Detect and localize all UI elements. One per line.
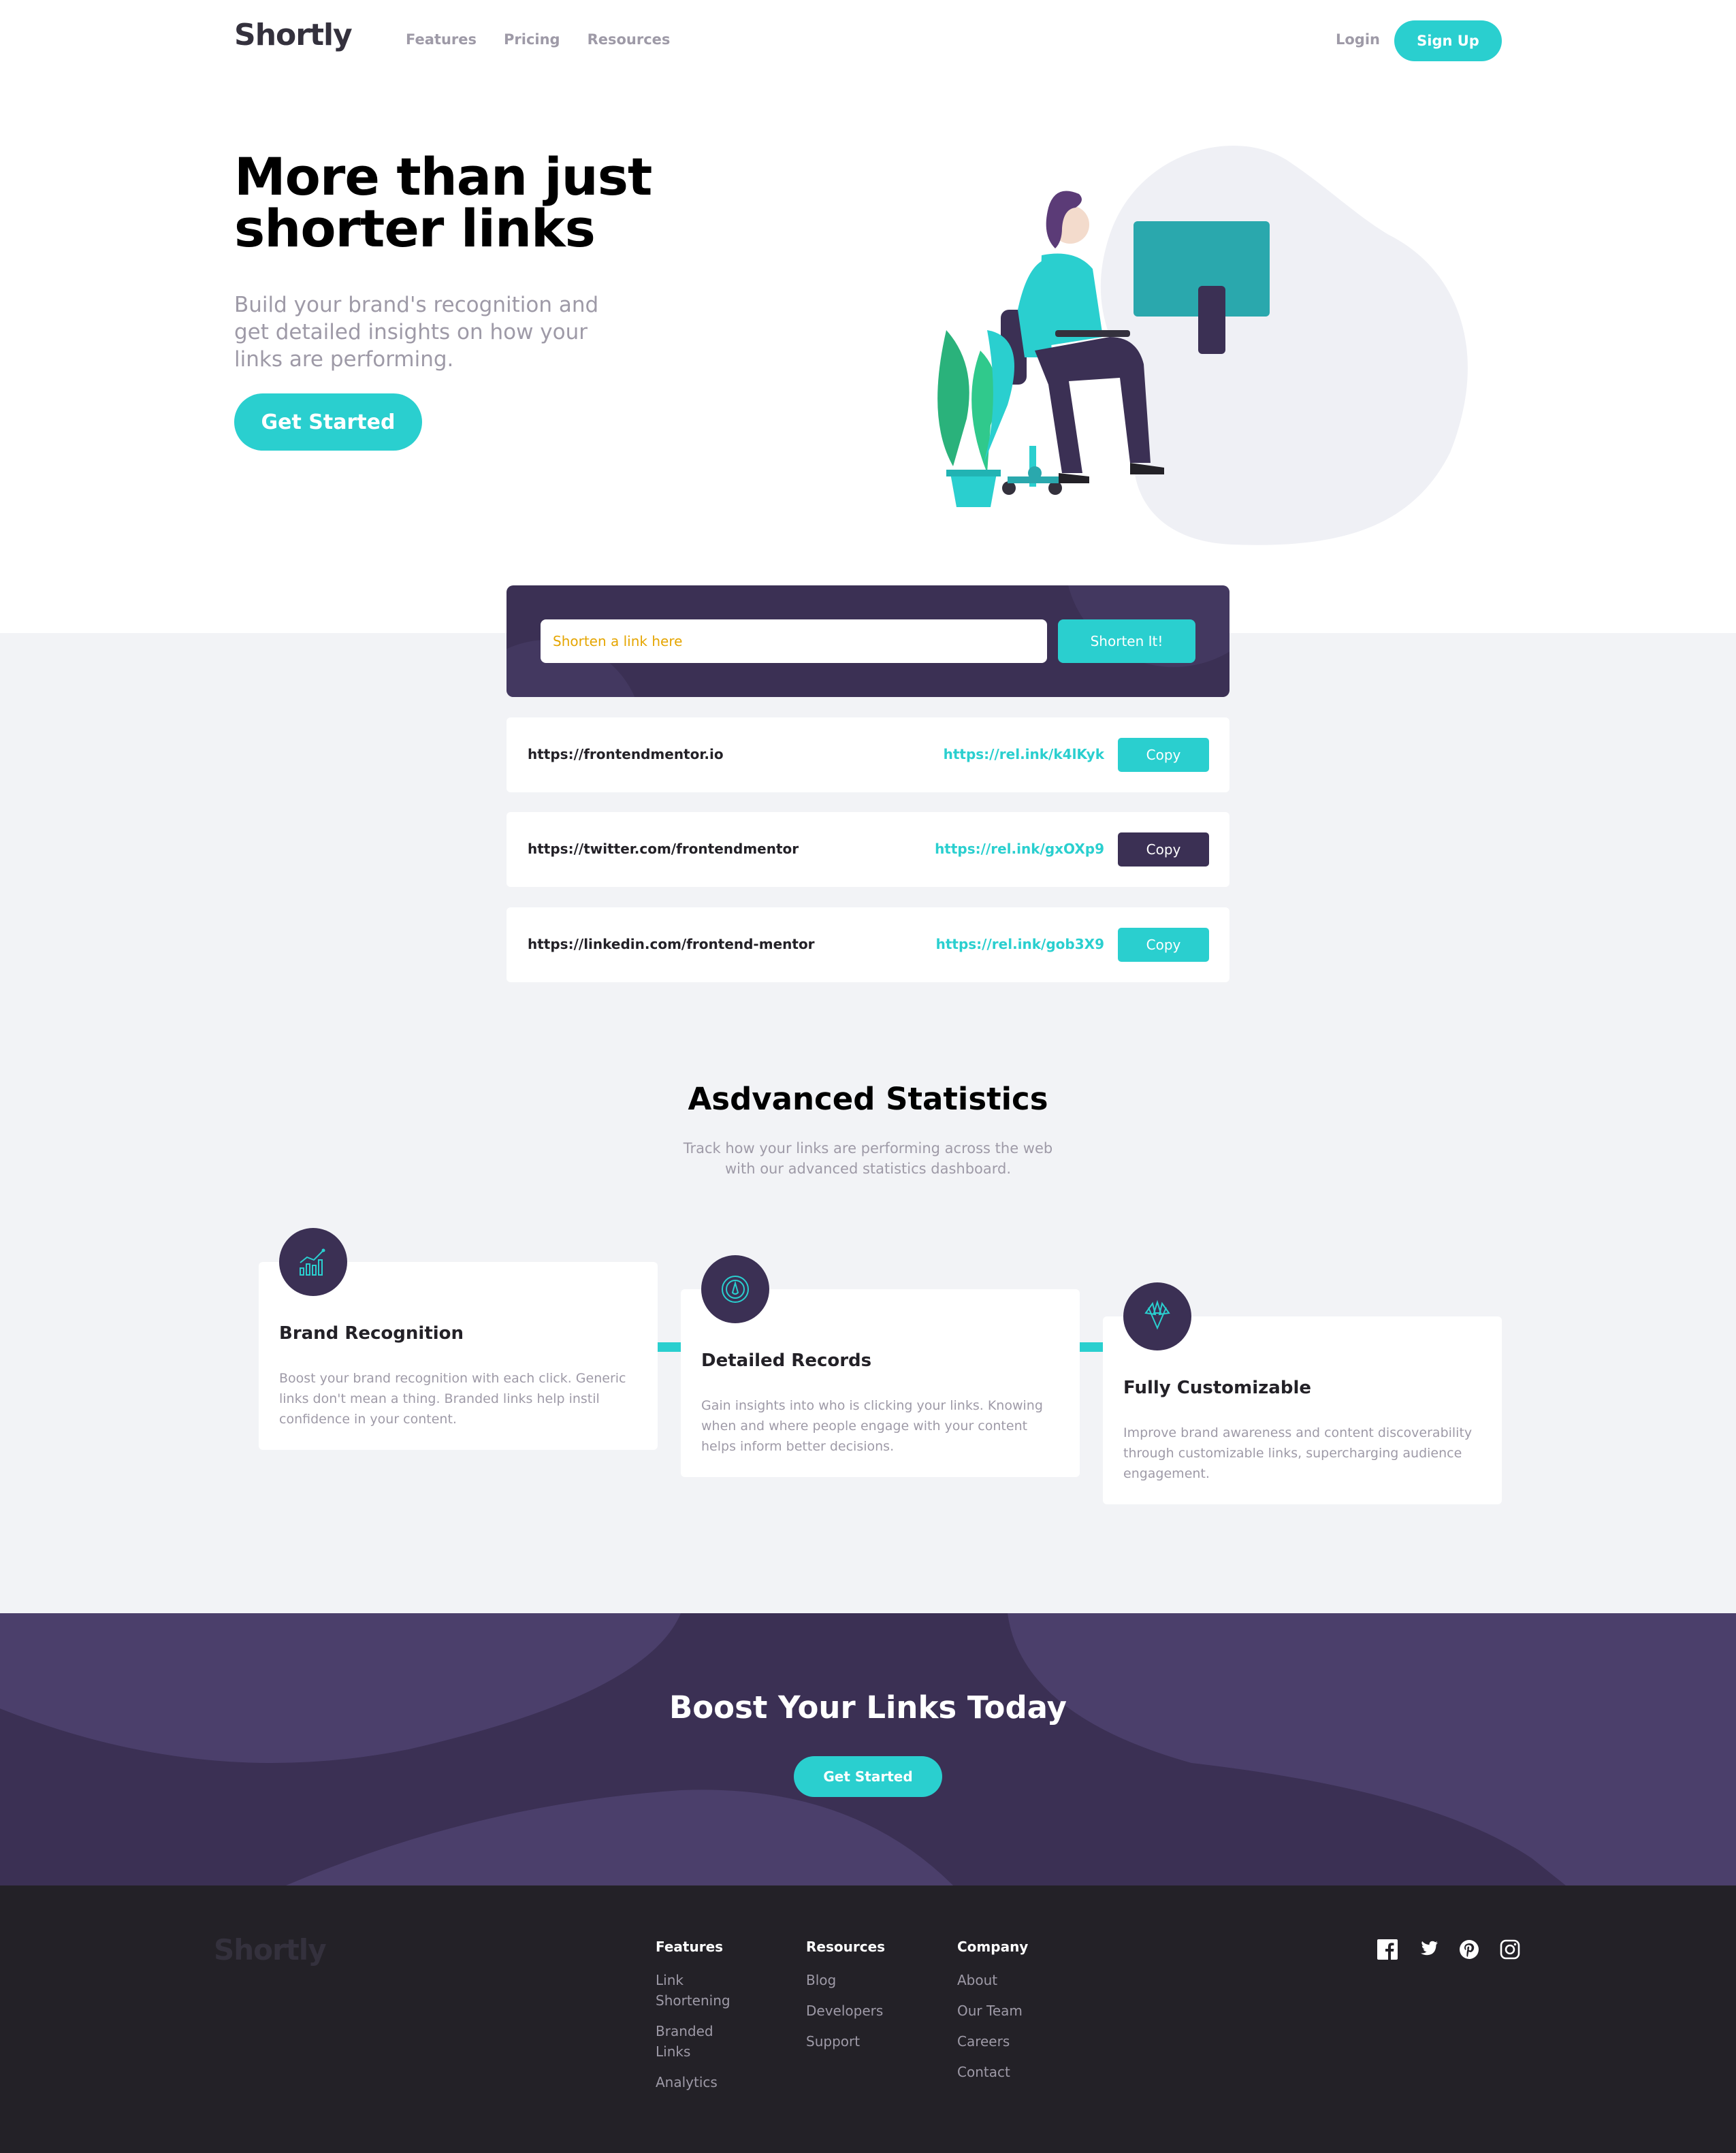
hero-subtitle: Build your brand's recognition and get d… bbox=[234, 293, 599, 372]
signup-button[interactable]: Sign Up bbox=[1394, 20, 1502, 61]
boost-bg-shapes bbox=[0, 1613, 1736, 1885]
result-row: https://frontendmentor.io https://rel.in… bbox=[507, 717, 1229, 792]
footer-logo[interactable]: Shortly bbox=[214, 1933, 327, 1966]
footer-link[interactable]: Our Team bbox=[957, 2001, 1052, 2021]
nav-resources[interactable]: Resources bbox=[588, 31, 671, 48]
footer-link[interactable]: Blog bbox=[806, 1970, 901, 1990]
hero-title: More than just shorter links bbox=[234, 146, 652, 259]
nav-features[interactable]: Features bbox=[406, 31, 477, 48]
card-text: Gain insights into who is clicking your … bbox=[701, 1398, 1043, 1454]
footer-link[interactable]: Support bbox=[806, 2031, 901, 2052]
boost-section: Boost Your Links Today Get Started bbox=[0, 1613, 1736, 1885]
original-link: https://twitter.com/frontendmentor bbox=[528, 841, 799, 857]
result-row: https://twitter.com/frontendmentor https… bbox=[507, 812, 1229, 887]
footer-column-features: Features Link Shortening Branded Links A… bbox=[656, 1939, 751, 2103]
copy-button[interactable]: Copy bbox=[1118, 832, 1209, 867]
shorten-button[interactable]: Shorten It! bbox=[1058, 619, 1195, 663]
fully-customizable-icon bbox=[1123, 1282, 1191, 1350]
short-link[interactable]: https://rel.ink/gxOXp9 bbox=[935, 841, 1104, 857]
stats-subtitle: Track how your links are performing acro… bbox=[683, 1140, 1053, 1177]
login-link[interactable]: Login bbox=[1336, 31, 1380, 48]
instagram-icon[interactable] bbox=[1499, 1939, 1521, 1960]
facebook-icon[interactable] bbox=[1377, 1939, 1398, 1960]
footer-column-title: Features bbox=[656, 1939, 724, 1955]
shorten-form: Shorten a link here Shorten It! bbox=[507, 585, 1229, 697]
pinterest-icon[interactable] bbox=[1458, 1939, 1480, 1960]
footer-link[interactable]: Analytics bbox=[656, 2072, 751, 2092]
footer-column-resources: Resources Blog Developers Support bbox=[806, 1939, 901, 2062]
nav-pricing[interactable]: Pricing bbox=[504, 31, 560, 48]
site-header: Shortly Features Pricing Resources Login… bbox=[0, 0, 1736, 82]
footer-column-title: Company bbox=[957, 1939, 1029, 1955]
hero-get-started-button[interactable]: Get Started bbox=[234, 393, 422, 451]
boost-get-started-button[interactable]: Get Started bbox=[794, 1756, 942, 1797]
site-footer: Shortly Features Link Shortening Branded… bbox=[0, 1885, 1736, 2153]
feature-card-fully-customizable: Fully Customizable Improve brand awarene… bbox=[1103, 1282, 1502, 1504]
card-title: Brand Recognition bbox=[279, 1323, 464, 1344]
working-illustration bbox=[937, 145, 1468, 545]
main-nav: Features Pricing Resources bbox=[406, 31, 670, 48]
footer-link[interactable]: Careers bbox=[957, 2031, 1052, 2052]
feature-card-brand-recognition: Brand Recognition Boost your brand recog… bbox=[259, 1228, 658, 1450]
short-link[interactable]: https://rel.ink/gob3X9 bbox=[936, 936, 1104, 952]
card-title: Detailed Records bbox=[701, 1350, 872, 1371]
feature-card-detailed-records: Detailed Records Gain insights into who … bbox=[681, 1255, 1080, 1477]
copy-button[interactable]: Copy bbox=[1118, 738, 1209, 772]
original-link: https://linkedin.com/frontend-mentor bbox=[528, 936, 815, 952]
brand-recognition-icon bbox=[279, 1228, 347, 1296]
footer-link[interactable]: Contact bbox=[957, 2062, 1052, 2082]
social-links bbox=[1377, 1939, 1521, 1960]
boost-title: Boost Your Links Today bbox=[669, 1689, 1067, 1726]
card-text: Boost your brand recognition with each c… bbox=[279, 1371, 626, 1427]
footer-link[interactable]: Developers bbox=[806, 2001, 901, 2021]
detailed-records-icon bbox=[701, 1255, 769, 1323]
shorten-link-input[interactable]: Shorten a link here bbox=[541, 619, 1047, 663]
result-row: https://linkedin.com/frontend-mentor htt… bbox=[507, 907, 1229, 982]
card-title: Fully Customizable bbox=[1123, 1378, 1311, 1398]
footer-column-company: Company About Our Team Careers Contact bbox=[957, 1939, 1052, 2092]
footer-link[interactable]: Link Shortening bbox=[656, 1970, 751, 2011]
logo[interactable]: Shortly bbox=[234, 18, 353, 52]
card-text: Improve brand awareness and content disc… bbox=[1123, 1425, 1473, 1481]
stats-title: Asdvanced Statistics bbox=[688, 1081, 1048, 1117]
short-link[interactable]: https://rel.ink/k4lKyk bbox=[944, 746, 1104, 762]
copy-button[interactable]: Copy bbox=[1118, 928, 1209, 962]
original-link: https://frontendmentor.io bbox=[528, 746, 724, 762]
footer-link[interactable]: About bbox=[957, 1970, 1052, 1990]
footer-column-title: Resources bbox=[806, 1939, 886, 1955]
footer-link[interactable]: Branded Links bbox=[656, 2021, 751, 2062]
twitter-icon[interactable] bbox=[1417, 1939, 1439, 1960]
